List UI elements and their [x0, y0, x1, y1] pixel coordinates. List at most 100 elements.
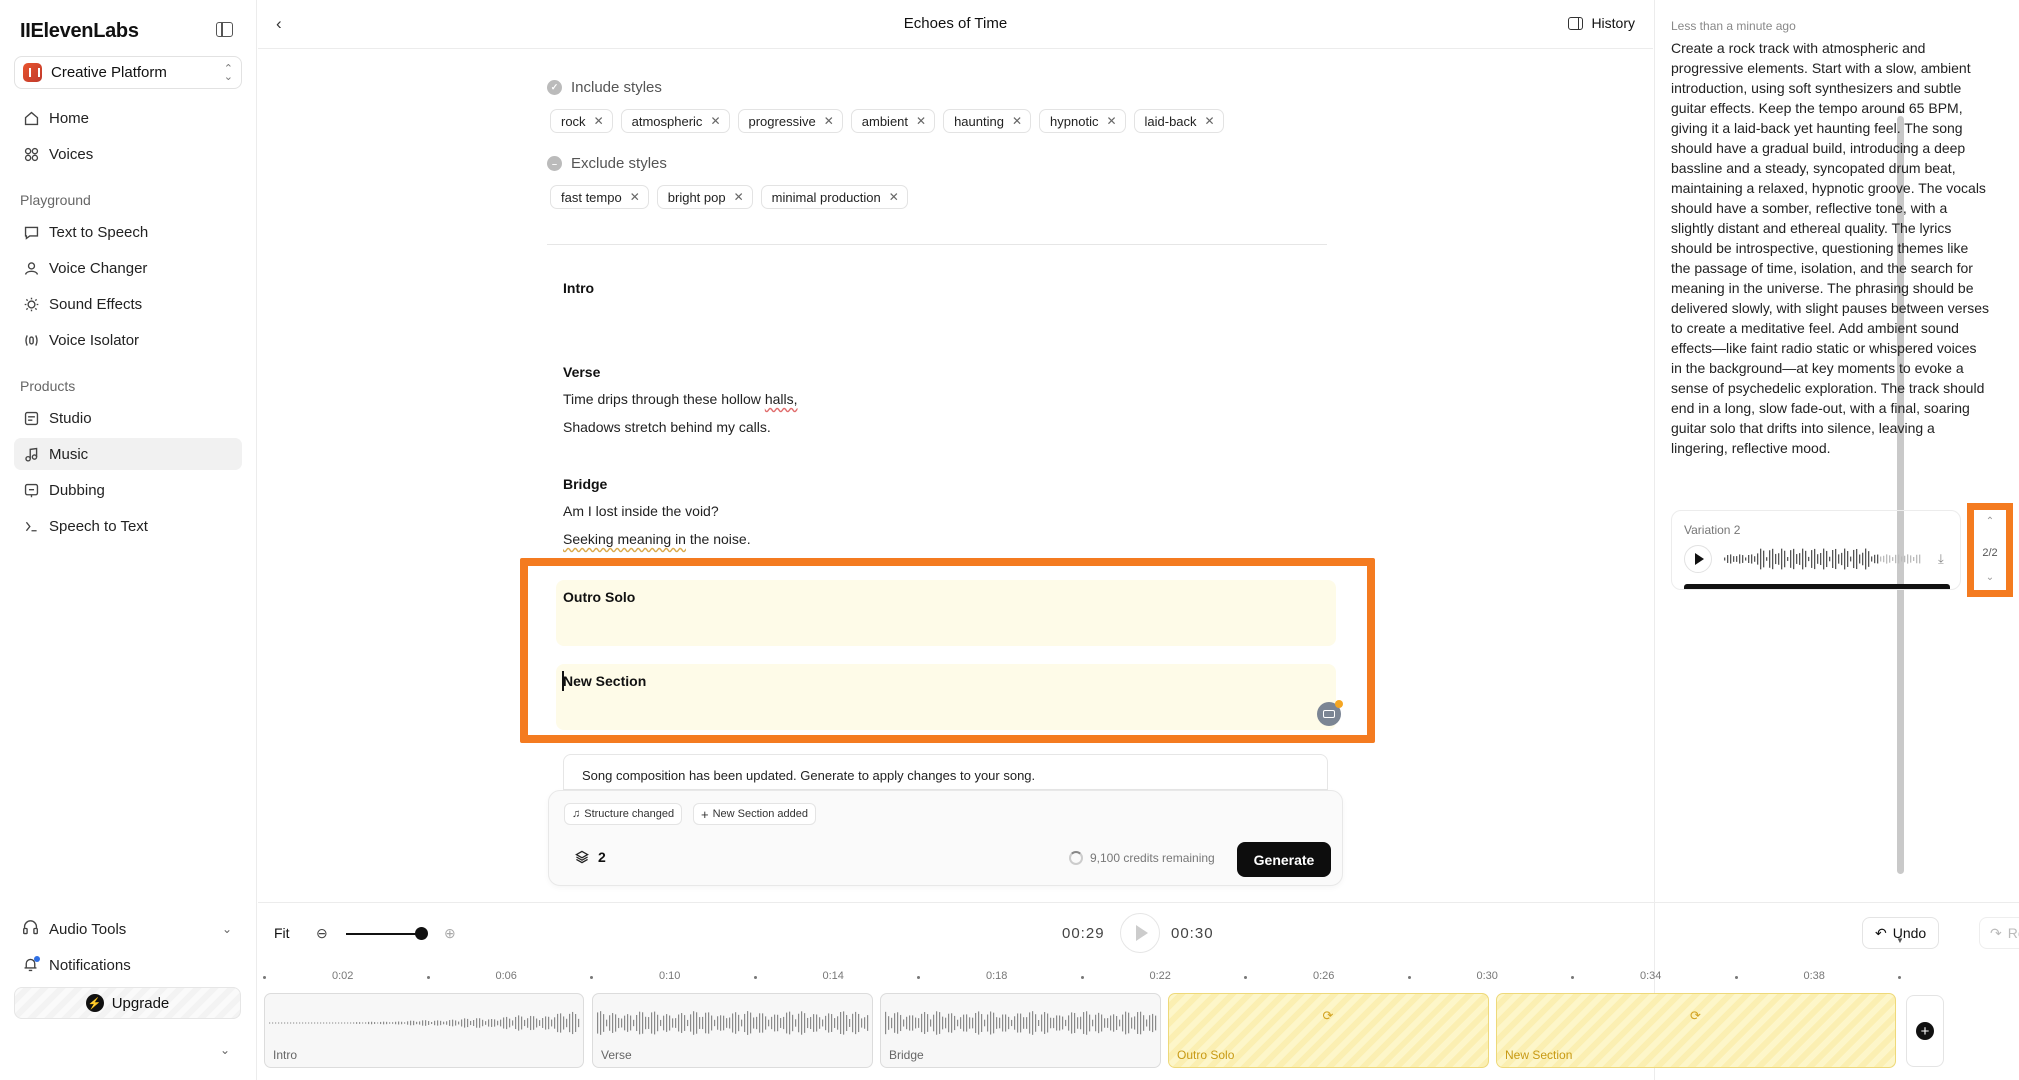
sidebar-item-voice-changer[interactable]: Voice Changer [14, 252, 242, 284]
waveform-bar [996, 1017, 998, 1029]
section-title-bridge[interactable]: Bridge [563, 476, 607, 492]
zoom-slider-handle[interactable] [415, 927, 428, 940]
waveform-bar [1778, 553, 1780, 565]
zoom-slider-track[interactable] [346, 933, 424, 935]
timeline-ruler[interactable]: 0:02 0:06 0:10 0:14 0:18 0:22 0:26 0:30 0:34 0:38 [258, 964, 2019, 992]
tag-label: Structure changed [584, 808, 675, 820]
waveform-bar [1041, 1014, 1043, 1032]
download-icon[interactable]: ⤓ [1938, 551, 1944, 567]
history-button[interactable]: History [1568, 15, 1635, 31]
waveform-bar [1862, 552, 1864, 566]
style-chip[interactable]: hypnotic ✕ [1039, 109, 1126, 133]
waveform-bar [308, 1022, 310, 1024]
style-chip[interactable]: minimal production ✕ [760, 185, 908, 209]
remove-icon[interactable]: ✕ [630, 190, 640, 204]
chevron-down-icon[interactable]: ⌄ [220, 1043, 230, 1057]
variation-waveform[interactable] [1724, 546, 1924, 572]
lyric-line[interactable]: Am I lost inside the void? [563, 503, 719, 519]
timeline-clip[interactable]: ⟳ Outro Solo [1168, 993, 1489, 1068]
style-chip[interactable]: bright pop ✕ [656, 185, 753, 209]
waveform-bar [1916, 554, 1918, 564]
elevenlabs-logo[interactable]: IIElevenLabs [20, 20, 139, 43]
add-section-button[interactable]: + [1906, 995, 1944, 1067]
waveform-bar [771, 1016, 773, 1030]
lyric-line[interactable]: Seeking meaning in the noise. [563, 531, 751, 547]
fit-button[interactable]: Fit [274, 925, 290, 941]
sidebar-item-label: Home [49, 109, 90, 127]
waveform-bar [975, 1013, 977, 1033]
remove-icon[interactable]: ✕ [1205, 114, 1215, 128]
timeline-clip[interactable]: Bridge [880, 993, 1161, 1068]
waveform-bar [951, 1013, 953, 1033]
sidebar-item-music[interactable]: Music [14, 438, 242, 470]
remove-icon[interactable]: ✕ [824, 114, 834, 128]
waveform-bar [705, 1012, 707, 1034]
lyric-line[interactable]: Time drips through these hollow halls, [563, 391, 798, 407]
waveform-bar [1113, 1014, 1115, 1032]
waveform-bar [392, 1022, 394, 1024]
waveform-bar [1841, 552, 1843, 566]
sidebar-item-home[interactable]: Home [14, 102, 242, 134]
sidebar-item-voices[interactable]: Voices [14, 138, 242, 170]
waveform-bar [807, 1017, 809, 1029]
zoom-out-icon[interactable]: ⊖ [316, 925, 328, 942]
style-chip[interactable]: laid-back ✕ [1133, 109, 1224, 133]
waveform-bar [1011, 1019, 1013, 1027]
play-button[interactable] [1684, 545, 1712, 573]
waveform-bar [759, 1013, 761, 1033]
timeline-clip[interactable]: Intro [264, 993, 584, 1068]
timeline-clip[interactable]: Verse [592, 993, 873, 1068]
prompt-text: Create a rock track with atmospheric and… [1671, 40, 1990, 456]
waveform-bar [272, 1022, 274, 1024]
sidebar-item-dubbing[interactable]: Dubbing [14, 474, 242, 506]
style-chip[interactable]: progressive ✕ [737, 109, 843, 133]
waveform-bar [569, 1013, 571, 1033]
zoom-in-icon[interactable]: ⊕ [444, 925, 456, 942]
remove-icon[interactable]: ✕ [734, 190, 744, 204]
style-chip[interactable]: atmospheric ✕ [620, 109, 730, 133]
waveform-bar [1814, 548, 1816, 570]
waveform-bar [389, 1022, 391, 1024]
sidebar-item-speech-to-text[interactable]: Speech to Text [14, 510, 242, 542]
chevron-down-icon[interactable]: ⌄ [1974, 572, 2006, 583]
waveform-bar [284, 1022, 286, 1024]
waveform-bar [1751, 554, 1753, 564]
style-chip[interactable]: haunting ✕ [943, 109, 1032, 133]
upgrade-button[interactable]: ⚡ Upgrade [14, 987, 241, 1019]
section-title-intro[interactable]: Intro [563, 280, 594, 296]
timeline-clip[interactable]: ⟳ New Section [1496, 993, 1896, 1068]
remove-icon[interactable]: ✕ [1012, 114, 1022, 128]
waveform-bar [825, 1015, 827, 1031]
current-time: 00:29 [1062, 925, 1105, 942]
remove-icon[interactable]: ✕ [710, 114, 720, 128]
remove-icon[interactable]: ✕ [1106, 114, 1116, 128]
style-chip[interactable]: fast tempo ✕ [550, 185, 649, 209]
sidebar-item-sound-effects[interactable]: Sound Effects [14, 288, 242, 320]
remove-icon[interactable]: ✕ [916, 114, 926, 128]
lyric-line[interactable]: Shadows stretch behind my calls. [563, 419, 771, 435]
remove-icon[interactable]: ✕ [889, 190, 899, 204]
style-chip[interactable]: rock ✕ [550, 109, 613, 133]
play-button[interactable] [1120, 913, 1160, 953]
waveform-bar [1853, 549, 1855, 569]
home-icon [22, 109, 40, 127]
undo-label: Undo [1892, 925, 1927, 941]
remove-icon[interactable]: ✕ [594, 114, 604, 128]
section-title-verse[interactable]: Verse [563, 364, 600, 380]
waveform-bar [909, 1015, 911, 1031]
chevron-up-icon[interactable]: ⌃ [1974, 516, 2006, 527]
clip-label: Intro [273, 1048, 298, 1062]
waveform-bar [657, 1014, 659, 1032]
undo-button[interactable]: ↶ Undo [1862, 917, 1940, 949]
sidebar-item-studio[interactable]: Studio [14, 402, 242, 434]
sidebar-item-text-to-speech[interactable]: Text to Speech [14, 216, 242, 248]
generate-button[interactable]: Generate [1237, 842, 1331, 877]
redo-button[interactable]: ↷ Redo [1979, 917, 2019, 949]
workspace-switcher[interactable]: Creative Platform ⌃ ⌄ [14, 56, 242, 89]
style-chip[interactable]: ambient ✕ [850, 109, 936, 133]
sidebar-item-notifications[interactable]: Notifications [14, 950, 242, 980]
sidebar-collapse-icon[interactable] [216, 22, 233, 37]
layers-selector[interactable]: 2 [574, 849, 606, 865]
sidebar-item-voice-isolator[interactable]: Voice Isolator [14, 324, 242, 356]
sidebar-item-audio-tools[interactable]: Audio Tools ⌄ [14, 914, 242, 944]
